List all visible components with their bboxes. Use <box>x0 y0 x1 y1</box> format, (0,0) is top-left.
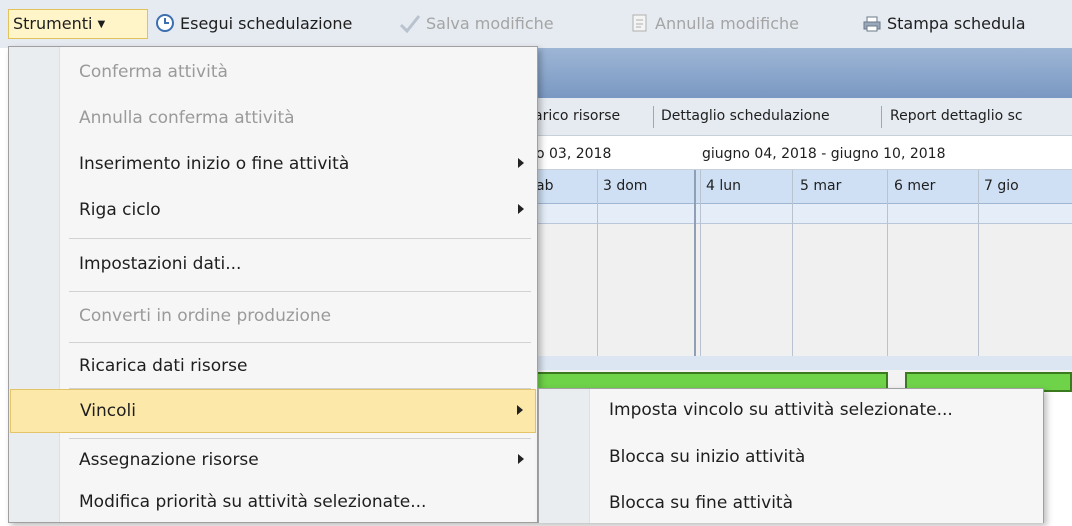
menu-item-riga-ciclo[interactable]: Riga ciclo <box>10 189 536 233</box>
toolbar: Strumenti ▼ Esegui schedulazione Salva mo… <box>0 0 1072 48</box>
grid-line <box>887 170 888 356</box>
day-label: 6 mer <box>894 178 936 194</box>
report-tab-strip: arico risorse Dettaglio schedulazione Re… <box>528 98 1072 136</box>
submenu-item-label: Blocca su inizio attività <box>609 447 806 467</box>
printer-icon <box>862 14 882 42</box>
submenu-item-blocca-inizio[interactable]: Blocca su inizio attività <box>540 436 1042 480</box>
menu-item-assegnazione-risorse[interactable]: Assegnazione risorse <box>10 439 536 483</box>
menu-item-label: Modifica priorità su attività selezionat… <box>79 492 427 512</box>
menu-item-label: Converti in ordine produzione <box>79 306 332 326</box>
salva-modifiche-label: Salva modifiche <box>426 14 554 33</box>
header-band <box>528 48 1072 98</box>
menu-item-label: Impostazioni dati... <box>79 254 242 274</box>
menu-item-vincoli[interactable]: Vincoli <box>10 389 536 433</box>
grid-line <box>694 170 696 356</box>
submenu-arrow-icon <box>518 158 524 168</box>
esegui-schedulazione-label: Esegui schedulazione <box>180 14 353 33</box>
menu-item-label: Assegnazione risorse <box>79 450 259 470</box>
grid-line <box>792 170 793 356</box>
clock-icon <box>155 13 175 42</box>
menu-item-impostazioni-dati[interactable]: Impostazioni dati... <box>10 243 536 287</box>
day-label: 5 mar <box>800 178 842 194</box>
annulla-modifiche-label: Annulla modifiche <box>655 14 799 33</box>
grid-line <box>700 170 701 356</box>
stampa-schedula-button[interactable]: Stampa schedula <box>862 10 1026 38</box>
grid-line <box>597 170 598 356</box>
esegui-schedulazione-button[interactable]: Esegui schedulazione <box>155 10 352 38</box>
gantt-row-band <box>528 356 1072 370</box>
menu-separator <box>69 291 531 292</box>
submenu-item-label: Blocca su fine attività <box>609 493 794 513</box>
menu-separator <box>69 342 531 343</box>
tab-separator <box>881 106 882 128</box>
menu-item-label: Vincoli <box>80 401 136 421</box>
submenu-arrow-icon <box>517 405 523 415</box>
menu-item-conferma-attivita[interactable]: Conferma attività <box>10 51 536 95</box>
strumenti-label: Strumenti <box>13 14 93 33</box>
strumenti-dropdown-menu: Conferma attività Annulla conferma attiv… <box>8 46 538 523</box>
strumenti-menu-button[interactable]: Strumenti ▼ <box>8 9 148 39</box>
menu-item-inserimento-inizio-fine[interactable]: Inserimento inizio o fine attività <box>10 143 536 187</box>
dropdown-caret-icon: ▼ <box>97 19 106 30</box>
menu-item-label: Inserimento inizio o fine attività <box>79 154 350 174</box>
gantt-strip <box>528 204 1072 224</box>
salva-modifiche-button[interactable]: Salva modifiche <box>399 10 554 38</box>
tab-report-dettaglio[interactable]: Report dettaglio sc <box>890 108 1023 124</box>
stampa-schedula-label: Stampa schedula <box>887 14 1026 33</box>
annulla-modifiche-button[interactable]: Annulla modifiche <box>630 10 799 38</box>
menu-item-modifica-priorita[interactable]: Modifica priorità su attività selezionat… <box>10 481 536 525</box>
submenu-arrow-icon <box>518 204 524 214</box>
menu-item-annulla-conferma[interactable]: Annulla conferma attività <box>10 97 536 141</box>
menu-separator <box>69 238 531 239</box>
day-header-row: ab 3 dom 4 lun 5 mar 6 mer 7 gio <box>528 170 1072 204</box>
tab-dettaglio-schedulazione[interactable]: Dettaglio schedulazione <box>661 108 830 124</box>
gantt-grid <box>528 224 1072 356</box>
submenu-item-blocca-fine[interactable]: Blocca su fine attività <box>540 482 1042 526</box>
day-label: 3 dom <box>603 178 648 194</box>
week-header-row: o 03, 2018 giugno 04, 2018 - giugno 10, … <box>528 136 1072 170</box>
cancel-document-icon <box>630 13 650 42</box>
checkmark-icon <box>399 13 421 42</box>
submenu-item-label: Imposta vincolo su attività selezionate.… <box>609 400 953 420</box>
submenu-arrow-icon <box>518 454 524 464</box>
grid-line <box>978 170 979 356</box>
tab-carico-risorse[interactable]: arico risorse <box>534 108 620 124</box>
tab-separator <box>653 106 654 128</box>
menu-item-converti-ordine[interactable]: Converti in ordine produzione <box>10 295 536 339</box>
submenu-item-imposta-vincolo[interactable]: Imposta vincolo su attività selezionate.… <box>540 389 1042 433</box>
week-label: o 03, 2018 <box>536 146 612 162</box>
vincoli-submenu: Imposta vincolo su attività selezionate.… <box>538 388 1044 523</box>
day-label: ab <box>536 178 554 194</box>
menu-item-label: Riga ciclo <box>79 200 161 220</box>
week-label: giugno 04, 2018 - giugno 10, 2018 <box>702 146 946 162</box>
menu-item-label: Conferma attività <box>79 62 228 82</box>
day-label: 4 lun <box>706 178 741 194</box>
menu-item-label: Annulla conferma attività <box>79 108 295 128</box>
menu-item-ricarica-dati-risorse[interactable]: Ricarica dati risorse <box>10 345 536 389</box>
menu-item-label: Ricarica dati risorse <box>79 356 248 376</box>
day-label: 7 gio <box>984 178 1019 194</box>
